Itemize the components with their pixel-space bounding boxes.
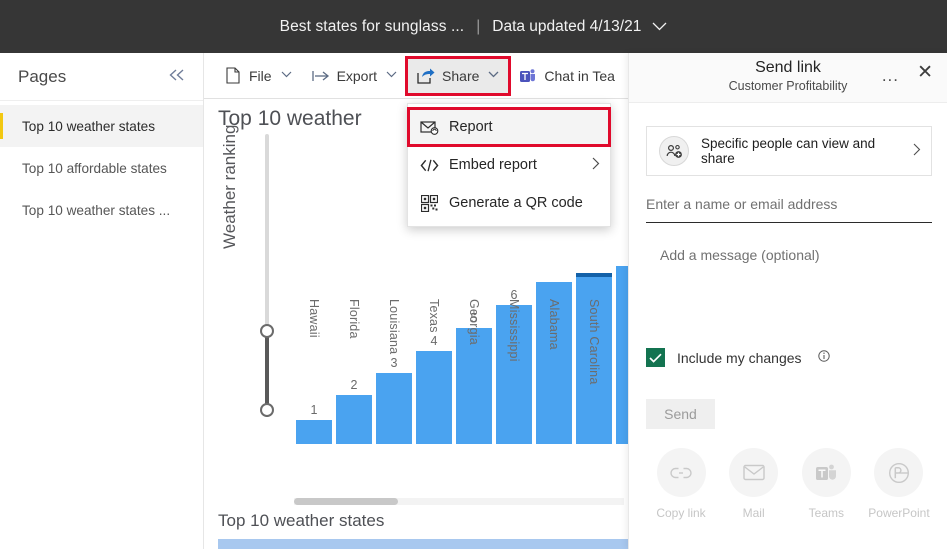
app-top-bar: Best states for sunglass ... | Data upda… bbox=[0, 0, 947, 53]
people-permission-icon bbox=[659, 136, 689, 166]
menu-item-label: Embed report bbox=[449, 157, 537, 173]
share-target-teams[interactable]: Teams bbox=[791, 448, 861, 520]
slider-handle-upper[interactable] bbox=[260, 324, 274, 338]
share-target-label: Copy link bbox=[656, 506, 706, 520]
qr-code-icon bbox=[420, 194, 439, 212]
powerpoint-icon bbox=[874, 448, 924, 497]
include-my-changes-label: Include my changes bbox=[677, 349, 802, 366]
sidebar-item-label: Top 10 affordable states bbox=[22, 160, 167, 176]
share-button[interactable]: Share bbox=[405, 55, 512, 96]
x-axis-tick-label: Mississippi bbox=[507, 299, 521, 362]
report-name: Best states for sunglass ... bbox=[279, 17, 465, 35]
menu-item-label: Generate a QR code bbox=[449, 195, 583, 211]
info-circle-icon[interactable] bbox=[817, 350, 830, 365]
export-arrow-icon bbox=[311, 67, 330, 85]
share-target-label: PowerPoint bbox=[868, 506, 930, 520]
send-link-header: Send link Customer Profitability ... ✕ bbox=[629, 53, 947, 103]
x-axis-tick-label: South Carolina bbox=[587, 299, 601, 385]
export-button[interactable]: Export bbox=[302, 58, 407, 94]
link-icon bbox=[656, 448, 706, 497]
y-axis-label: Weather ranking bbox=[220, 124, 239, 249]
file-button[interactable]: File bbox=[214, 58, 302, 94]
chat-in-teams-button[interactable]: Chat in Tea bbox=[509, 58, 625, 94]
chevron-down-icon bbox=[281, 70, 292, 81]
share-dropdown-menu: Report Embed report Generate a QR code bbox=[407, 103, 611, 227]
report-envelope-icon bbox=[420, 120, 439, 135]
menu-item-label: Report bbox=[449, 119, 493, 135]
teams-icon bbox=[519, 67, 537, 85]
chevron-right-icon bbox=[913, 143, 921, 159]
chat-in-teams-label: Chat in Tea bbox=[544, 67, 615, 84]
send-link-subtitle: Customer Profitability bbox=[728, 79, 848, 93]
send-button[interactable]: Send bbox=[646, 399, 715, 429]
file-button-label: File bbox=[249, 67, 272, 84]
include-my-changes-row: Include my changes bbox=[646, 348, 830, 367]
menu-item-embed-report[interactable]: Embed report bbox=[408, 146, 610, 184]
scrollbar-thumb[interactable] bbox=[294, 498, 398, 505]
x-axis-tick-label: Georgia bbox=[467, 299, 481, 345]
share-target-powerpoint[interactable]: PowerPoint bbox=[864, 448, 934, 520]
message-input[interactable] bbox=[646, 241, 932, 311]
chevron-right-icon bbox=[592, 157, 600, 173]
x-axis-tick-label: Florida bbox=[347, 299, 361, 339]
second-visual-title: Top 10 weather states bbox=[218, 511, 385, 530]
more-options-icon[interactable]: ... bbox=[882, 67, 899, 84]
share-target-label: Mail bbox=[742, 506, 765, 520]
share-arrow-icon bbox=[417, 67, 435, 85]
x-axis-category-labels: Hawaii Florida Louisiana Texas Georgia Missis… bbox=[292, 299, 636, 429]
second-visual-preview-band bbox=[218, 539, 638, 549]
pages-header: Pages bbox=[0, 53, 203, 101]
data-updated-label: Data updated 4/13/21 bbox=[492, 17, 642, 35]
chevron-down-icon bbox=[386, 70, 397, 81]
chevron-down-icon[interactable] bbox=[652, 22, 667, 31]
file-icon bbox=[224, 67, 242, 85]
recipient-field-wrapper bbox=[646, 196, 932, 223]
pages-pane: Pages Top 10 weather states Top 10 affor… bbox=[0, 53, 204, 549]
send-link-title: Send link bbox=[755, 59, 821, 76]
double-chevron-left-icon[interactable] bbox=[167, 68, 187, 85]
topbar-separator: | bbox=[476, 17, 481, 35]
sidebar-item-top-10-affordable-states[interactable]: Top 10 affordable states bbox=[0, 147, 203, 189]
chart-horizontal-scrollbar[interactable] bbox=[294, 498, 624, 505]
x-axis-tick-label: Texas bbox=[427, 299, 441, 333]
power-bi-report-window: Best states for sunglass ... | Data upda… bbox=[0, 0, 947, 549]
link-permission-label: Specific people can view and share bbox=[701, 136, 876, 166]
export-button-label: Export bbox=[336, 67, 378, 84]
share-button-label: Share bbox=[442, 67, 480, 84]
mail-icon bbox=[729, 448, 779, 497]
chevron-down-icon bbox=[488, 70, 499, 81]
link-permission-button[interactable]: Specific people can view and share bbox=[646, 126, 932, 176]
include-my-changes-checkbox[interactable] bbox=[646, 348, 665, 367]
share-target-label: Teams bbox=[808, 506, 844, 520]
sidebar-item-label: Top 10 weather states ... bbox=[22, 202, 171, 218]
weather-ranking-range-slider[interactable] bbox=[258, 134, 276, 417]
second-visual-card[interactable]: Top 10 weather states bbox=[210, 509, 640, 549]
recipient-input[interactable] bbox=[646, 196, 932, 212]
sidebar-item-label: Top 10 weather states bbox=[22, 118, 155, 134]
slider-handle-lower[interactable] bbox=[260, 403, 274, 417]
share-target-copy-link[interactable]: Copy link bbox=[646, 448, 716, 520]
menu-item-report[interactable]: Report bbox=[407, 107, 611, 147]
send-link-panel: Send link Customer Profitability ... ✕ S… bbox=[628, 53, 947, 549]
sidebar-item-top-10-weather-states[interactable]: Top 10 weather states bbox=[0, 105, 203, 147]
x-axis-tick-label: Hawaii bbox=[307, 299, 321, 338]
code-brackets-icon bbox=[420, 159, 439, 172]
sidebar-item-top-10-weather-states-overflow[interactable]: Top 10 weather states ... bbox=[0, 189, 203, 231]
message-field-wrapper bbox=[646, 241, 932, 311]
teams-icon bbox=[801, 448, 851, 497]
x-axis-tick-label: Alabama bbox=[547, 299, 561, 350]
pages-title: Pages bbox=[18, 66, 67, 86]
share-target-mail[interactable]: Mail bbox=[719, 448, 789, 520]
x-axis-tick-label: Louisiana bbox=[387, 299, 401, 355]
share-targets-row: Copy link Mail Teams PowerPoint bbox=[646, 448, 934, 520]
close-icon[interactable]: ✕ bbox=[917, 63, 933, 82]
menu-item-generate-qr-code[interactable]: Generate a QR code bbox=[408, 184, 610, 222]
